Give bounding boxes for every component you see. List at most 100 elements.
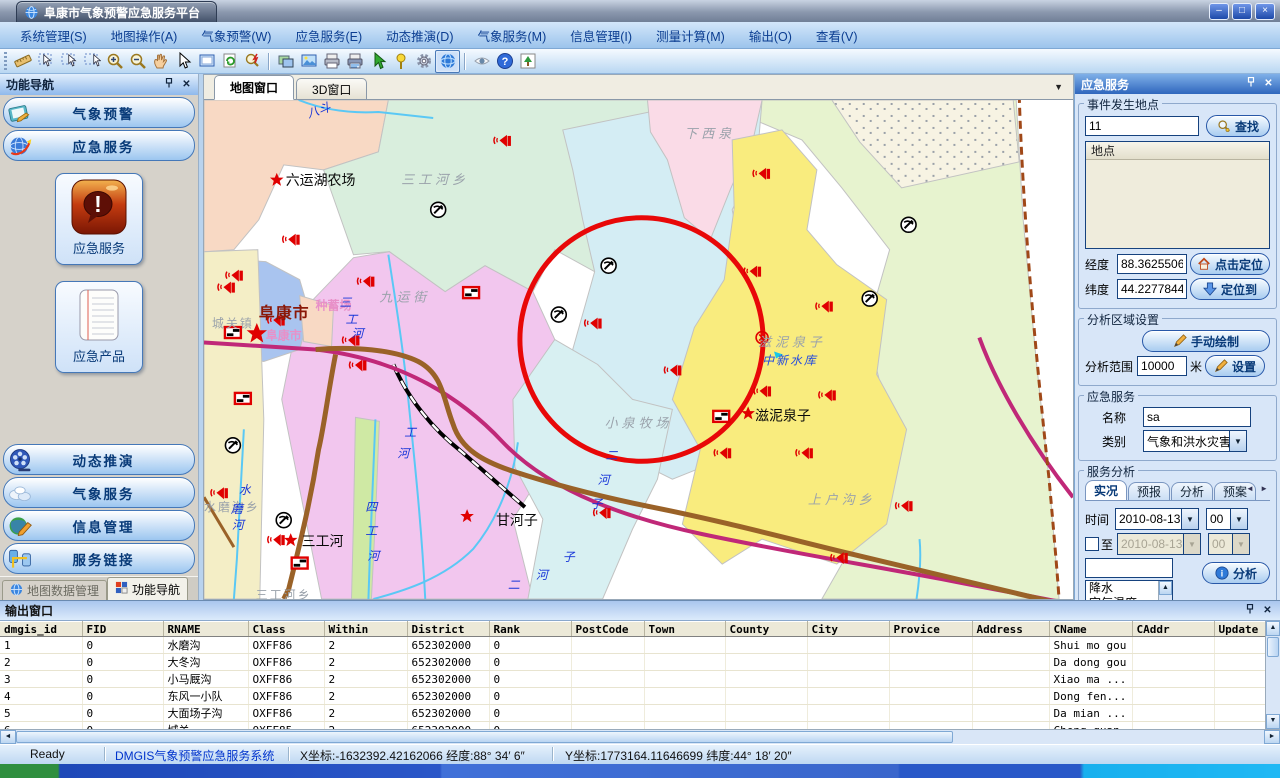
chevron-down-icon[interactable]: ▼ [1230, 509, 1247, 529]
table-row[interactable]: 10水磨沟OXFF8626523020000Shui mo gou [0, 637, 1265, 654]
minimize-button[interactable]: – [1209, 3, 1229, 20]
analyze-button[interactable]: i 分析 [1202, 562, 1270, 584]
location-list-header[interactable]: 地点 [1086, 142, 1269, 160]
mine-marker[interactable] [862, 291, 877, 306]
legend-tree-icon[interactable] [516, 51, 539, 72]
settings-icon[interactable] [412, 51, 435, 72]
pin-marker-icon[interactable] [389, 51, 412, 72]
goto-location-button[interactable]: 定位到 [1190, 278, 1270, 300]
location-search-input[interactable] [1085, 116, 1199, 136]
print-preview-icon[interactable] [343, 51, 366, 72]
close-button[interactable]: × [1255, 3, 1275, 20]
horizontal-scrollbar[interactable]: ◄ ► [0, 729, 1280, 744]
close-icon[interactable]: ✕ [179, 78, 194, 92]
nav-group-bottom-2[interactable]: 信息管理 [3, 510, 195, 541]
menu-item-6[interactable]: 信息管理(I) [558, 26, 644, 45]
search-button[interactable]: 查找 [1206, 115, 1270, 137]
nav-group-bottom-0[interactable]: 动态推演 [3, 444, 195, 475]
scroll-up-icon[interactable]: ▲ [1159, 581, 1172, 595]
menu-item-7[interactable]: 测量计算(M) [644, 26, 737, 45]
flag-marker[interactable] [235, 393, 251, 404]
scroll-down-icon[interactable]: ▼ [1266, 714, 1280, 729]
scroll-left-icon[interactable]: ◄ [0, 730, 16, 744]
range-input[interactable] [1137, 356, 1187, 376]
tab-scroll-icons[interactable]: ◄ ► [1246, 484, 1270, 493]
mine-marker[interactable] [431, 202, 446, 217]
print-icon[interactable] [320, 51, 343, 72]
column-header[interactable]: FID [82, 622, 163, 637]
zoom-out-icon[interactable] [126, 51, 149, 72]
mine-marker[interactable] [225, 438, 240, 453]
table-row[interactable]: 30小马厩沟OXFF8626523020000Xiao ma ... [0, 671, 1265, 688]
nav-group-1[interactable]: 应急服务 [3, 130, 195, 161]
map-tab-1[interactable]: 3D窗口 [296, 78, 367, 99]
pin-icon[interactable] [162, 78, 177, 92]
pointer-icon[interactable] [172, 51, 195, 72]
close-icon[interactable]: ✕ [1260, 604, 1275, 618]
table-row[interactable]: 50大面场子沟OXFF8626523020000Da mian ... [0, 705, 1265, 722]
zoom-in-icon[interactable] [103, 51, 126, 72]
table-row[interactable]: 20大冬沟OXFF8626523020000Da dong gou [0, 654, 1265, 671]
table-row[interactable]: 60城关OXFF8526523020000Cheng guan [0, 722, 1265, 730]
mine-marker[interactable] [901, 217, 916, 232]
listbox-scrollbar[interactable]: ▲ ▼ [1158, 581, 1172, 600]
column-header[interactable]: Rank [489, 622, 571, 637]
mine-marker[interactable] [551, 307, 566, 322]
column-header[interactable]: County [725, 622, 807, 637]
nav-group-bottom-1[interactable]: 气象服务 [3, 477, 195, 508]
select-rect-icon[interactable] [34, 51, 57, 72]
toolbar-grip[interactable] [4, 52, 7, 70]
pin-icon[interactable] [1244, 77, 1259, 91]
location-list[interactable]: 地点 [1085, 141, 1270, 249]
panel-tab-0[interactable]: 地图数据管理 [2, 580, 107, 600]
full-extent-icon[interactable] [195, 51, 218, 72]
shortcut-1[interactable]: 应急产品 [55, 281, 143, 373]
manual-draw-button[interactable]: 手动绘制 [1142, 330, 1270, 352]
table-row[interactable]: 40东风一小队OXFF8626523020000Dong fen... [0, 688, 1265, 705]
help-icon[interactable]: ? [493, 51, 516, 72]
select-poly-icon[interactable] [57, 51, 80, 72]
to-checkbox[interactable] [1085, 537, 1099, 551]
click-locate-button[interactable]: 点击定位 [1190, 253, 1270, 275]
close-icon[interactable]: ✕ [1261, 77, 1276, 91]
mine-marker[interactable] [276, 513, 291, 528]
menu-item-9[interactable]: 查看(V) [804, 26, 870, 45]
analysis-tab-0[interactable]: 实况 [1085, 480, 1127, 500]
nav-group-bottom-3[interactable]: 服务链接 [3, 543, 195, 574]
zoom-locate-icon[interactable] [241, 51, 264, 72]
column-header[interactable]: PostCode [571, 622, 644, 637]
ruler-icon[interactable] [11, 51, 34, 72]
go-arrow-icon[interactable] [366, 51, 389, 72]
column-header[interactable]: City [807, 622, 889, 637]
scroll-right-icon[interactable]: ► [1264, 730, 1280, 744]
flag-marker[interactable] [292, 558, 308, 569]
shortcut-0[interactable]: !应急服务 [55, 173, 143, 265]
menu-item-0[interactable]: 系统管理(S) [8, 26, 99, 45]
menu-item-8[interactable]: 输出(O) [737, 26, 804, 45]
column-header[interactable]: RNAME [163, 622, 248, 637]
eye-icon[interactable] [470, 51, 493, 72]
panel-tab-1[interactable]: 功能导航 [107, 577, 188, 600]
map-layers-icon[interactable] [274, 51, 297, 72]
column-header[interactable]: Class [248, 622, 324, 637]
hour-select[interactable]: 00 ▼ [1206, 508, 1248, 530]
service-type-select[interactable]: 气象和洪水灾害 ▼ [1143, 430, 1247, 452]
column-header[interactable]: CName [1049, 622, 1132, 637]
mine-marker[interactable] [601, 258, 616, 273]
scrollbar-thumb[interactable] [1267, 637, 1279, 657]
map-canvas[interactable]: 八斗六运湖农场三工河乡下西泉九运街阜康市城关镇种蓄场阜康市水磨沟乡三工河三工河乡… [204, 100, 1073, 599]
column-header[interactable]: District [407, 622, 489, 637]
scrollbar-thumb[interactable] [16, 731, 953, 743]
service-name-input[interactable] [1143, 407, 1251, 427]
analysis-tab-2[interactable]: 分析 [1171, 482, 1213, 500]
map-tab-0[interactable]: 地图窗口 [214, 75, 294, 100]
menu-item-3[interactable]: 应急服务(E) [283, 26, 374, 45]
refresh-icon[interactable] [218, 51, 241, 72]
select-point-icon[interactable] [80, 51, 103, 72]
chevron-down-icon[interactable]: ▼ [1181, 509, 1198, 529]
column-header[interactable]: CAddr [1132, 622, 1214, 637]
flag-marker[interactable] [713, 411, 729, 422]
scroll-up-icon[interactable]: ▲ [1266, 621, 1280, 636]
column-header[interactable]: dmgis_id [0, 622, 82, 637]
analysis-tab-1[interactable]: 预报 [1128, 482, 1170, 500]
